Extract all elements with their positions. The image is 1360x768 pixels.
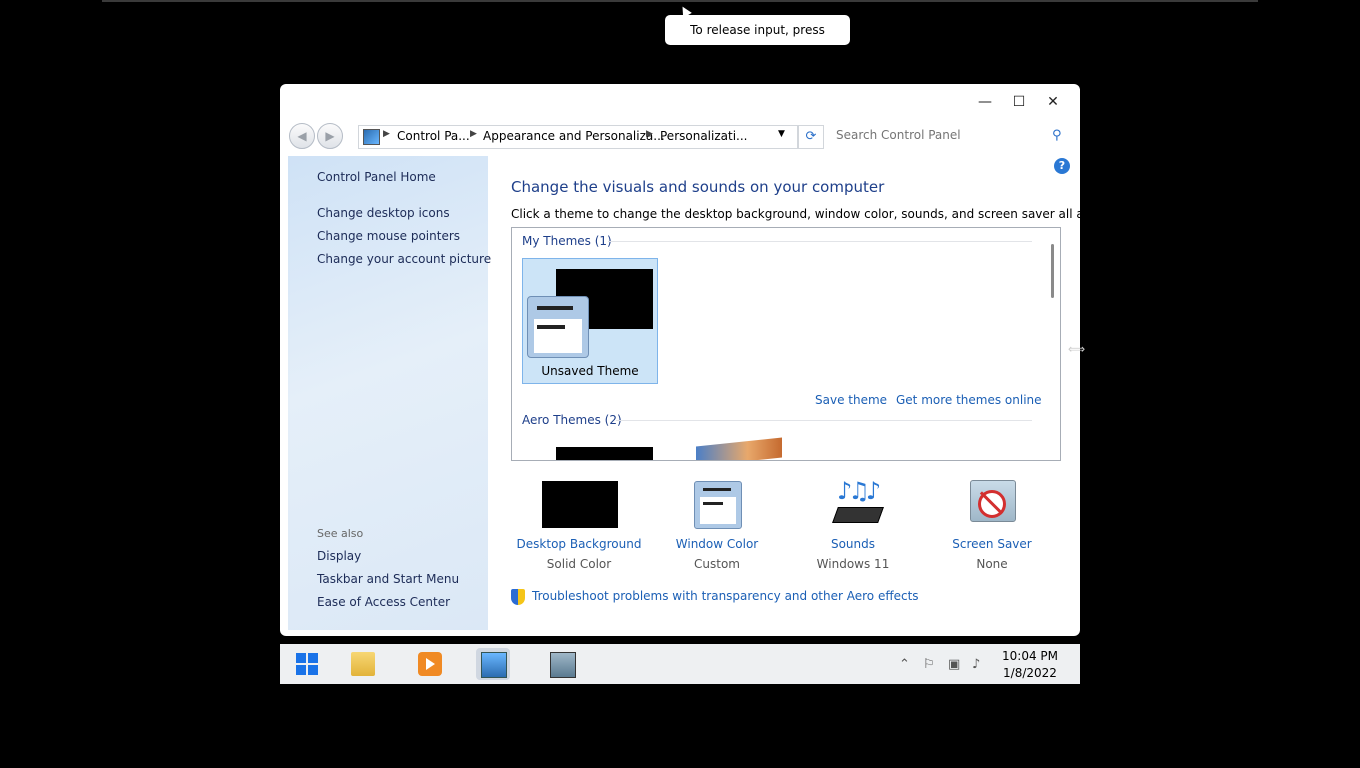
search-icon[interactable]: ⚲ bbox=[1052, 128, 1062, 143]
setting-label[interactable]: Screen Saver bbox=[922, 537, 1062, 551]
aero-themes-heading: Aero Themes (2) bbox=[522, 413, 622, 427]
window-color-icon bbox=[679, 480, 755, 529]
save-theme-link[interactable]: Save theme bbox=[815, 393, 887, 407]
clock-date[interactable]: 1/8/2022 bbox=[995, 666, 1065, 680]
desktop-background-icon bbox=[541, 480, 618, 528]
desktop-background-setting[interactable]: Desktop Background Solid Color bbox=[509, 480, 649, 571]
resize-cursor-icon: ⟺ bbox=[1068, 342, 1086, 356]
back-button[interactable]: ◀ bbox=[289, 123, 315, 149]
refresh-icon[interactable]: ⟳ bbox=[798, 125, 824, 149]
window-color-setting[interactable]: Window Color Custom bbox=[647, 480, 787, 571]
vm-top-bar bbox=[102, 0, 1258, 2]
theme-unsaved[interactable]: Unsaved Theme bbox=[522, 258, 658, 384]
release-input-tooltip: To release input, press Ctrl+Alt. bbox=[665, 15, 850, 67]
breadcrumb-personalization[interactable]: Personalizati... bbox=[660, 129, 747, 143]
theme-list[interactable]: My Themes (1) Unsaved Theme Save theme G… bbox=[511, 227, 1061, 461]
sidebar: Control Panel Home Change desktop icons … bbox=[288, 156, 491, 630]
setting-label[interactable]: Sounds bbox=[783, 537, 923, 551]
start-button[interactable] bbox=[290, 648, 324, 680]
setting-value: Custom bbox=[694, 557, 740, 571]
action-center-flag-icon[interactable]: ⚐ bbox=[923, 657, 935, 672]
taskbar: ⌃ ⚐ ▣ ♪ 10:04 PM 1/8/2022 bbox=[280, 644, 1080, 684]
personalization-window: — ☐ ✕ ◀ ▶ ▶ Control Pa... ▶ Appearance a… bbox=[280, 84, 1080, 636]
theme-list-scrollbar[interactable] bbox=[1046, 228, 1060, 460]
screen-saver-setting[interactable]: Screen Saver None bbox=[922, 480, 1062, 571]
get-more-themes-link[interactable]: Get more themes online bbox=[896, 393, 1042, 407]
control-panel-icon bbox=[481, 652, 507, 678]
scroll-thumb[interactable] bbox=[1051, 244, 1054, 298]
breadcrumb-separator[interactable]: ▶ bbox=[646, 129, 653, 139]
page-subtitle: Click a theme to change the desktop back… bbox=[511, 207, 1080, 221]
navigation-buttons: ◀ ▶ bbox=[289, 123, 345, 149]
sidebar-item-change-account-picture[interactable]: Change your account picture bbox=[317, 252, 491, 266]
search-input[interactable] bbox=[836, 128, 1036, 142]
sidebar-item-ease-of-access[interactable]: Ease of Access Center bbox=[317, 595, 450, 609]
chevron-down-icon[interactable]: ▼ bbox=[778, 129, 785, 139]
address-bar[interactable]: ▶ Control Pa... ▶ Appearance and Persona… bbox=[358, 125, 798, 149]
see-also-heading: See also bbox=[317, 527, 364, 540]
breadcrumb-appearance[interactable]: Appearance and Personaliza... bbox=[483, 129, 665, 143]
sidebar-item-control-panel-home[interactable]: Control Panel Home bbox=[317, 170, 436, 184]
clock-time[interactable]: 10:04 PM bbox=[995, 649, 1065, 663]
installer-icon bbox=[550, 652, 576, 678]
my-themes-heading: My Themes (1) bbox=[522, 234, 612, 248]
setting-value: None bbox=[976, 557, 1008, 571]
theme-name: Unsaved Theme bbox=[541, 364, 639, 378]
sounds-icon: ♪♫♪ bbox=[815, 477, 891, 528]
forward-button[interactable]: ▶ bbox=[317, 123, 343, 149]
sidebar-item-change-mouse-pointers[interactable]: Change mouse pointers bbox=[317, 229, 460, 243]
sounds-setting[interactable]: ♪♫♪ Sounds Windows 11 bbox=[783, 477, 923, 571]
breadcrumb-separator[interactable]: ▶ bbox=[470, 129, 477, 139]
screen-saver-icon bbox=[954, 480, 1030, 528]
breadcrumb-separator[interactable]: ▶ bbox=[383, 129, 390, 139]
setting-label[interactable]: Desktop Background bbox=[509, 537, 649, 551]
taskbar-file-explorer[interactable] bbox=[346, 648, 380, 680]
page-title: Change the visuals and sounds on your co… bbox=[511, 178, 885, 196]
shield-icon bbox=[511, 589, 525, 605]
maximize-button[interactable]: ☐ bbox=[1002, 92, 1036, 112]
setting-label[interactable]: Window Color bbox=[647, 537, 787, 551]
sidebar-item-change-desktop-icons[interactable]: Change desktop icons bbox=[317, 206, 450, 220]
media-player-icon bbox=[418, 652, 442, 676]
close-button[interactable]: ✕ bbox=[1036, 92, 1070, 112]
windows-logo-icon bbox=[295, 652, 319, 676]
sidebar-item-display[interactable]: Display bbox=[317, 549, 361, 563]
group-divider bbox=[608, 241, 1032, 242]
taskbar-setup-app[interactable] bbox=[545, 648, 579, 680]
setting-value: Windows 11 bbox=[816, 557, 890, 571]
control-panel-icon bbox=[363, 129, 380, 145]
group-divider bbox=[616, 420, 1032, 421]
search-box[interactable]: ⚲ bbox=[830, 125, 1068, 147]
setting-value: Solid Color bbox=[546, 557, 612, 571]
network-icon[interactable]: ▣ bbox=[948, 657, 960, 672]
breadcrumb-control-panel[interactable]: Control Pa... bbox=[397, 129, 470, 143]
troubleshoot-link[interactable]: Troubleshoot problems with transparency … bbox=[532, 589, 919, 603]
taskbar-media-player[interactable] bbox=[413, 648, 447, 680]
volume-icon[interactable]: ♪ bbox=[972, 657, 980, 672]
show-hidden-icons-chevron-icon[interactable]: ⌃ bbox=[899, 657, 910, 672]
taskbar-control-panel[interactable] bbox=[476, 648, 510, 680]
help-icon[interactable]: ? bbox=[1054, 158, 1070, 174]
folder-icon bbox=[351, 652, 375, 676]
theme-aero-1-preview[interactable] bbox=[556, 447, 653, 460]
theme-preview-window bbox=[527, 296, 589, 358]
theme-aero-2-preview[interactable] bbox=[696, 437, 782, 460]
minimize-button[interactable]: — bbox=[968, 92, 1002, 112]
sidebar-item-taskbar-start-menu[interactable]: Taskbar and Start Menu bbox=[317, 572, 459, 586]
